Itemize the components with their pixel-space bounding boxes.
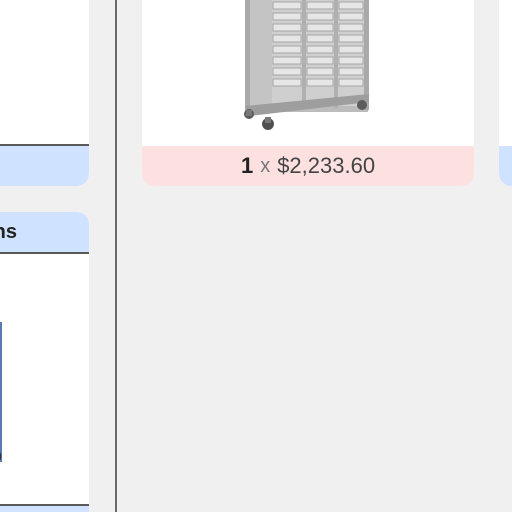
- right-card-footer: [499, 146, 512, 186]
- product-card[interactable]: 1 x $2,233.60: [142, 0, 474, 186]
- left-section-header: ns: [0, 212, 89, 254]
- storage-cart-with-trays-icon[interactable]: [142, 0, 474, 146]
- cart-page: ns 0: [0, 0, 512, 512]
- left-item-edge[interactable]: [0, 322, 2, 462]
- left-card-footer: [0, 144, 89, 186]
- left-product-card[interactable]: [0, 0, 89, 186]
- times-symbol: x: [260, 154, 271, 177]
- quantity-value: 1: [240, 153, 254, 178]
- left-section-footer: [0, 504, 89, 512]
- price-bar: 1 x $2,233.60: [142, 146, 474, 186]
- unit-price: $2,233.60: [277, 153, 376, 178]
- left-item-digit: 0: [0, 448, 2, 464]
- left-section-card: ns 0: [0, 212, 89, 512]
- left-column: ns 0: [0, 0, 90, 512]
- left-section-title: ns: [0, 221, 17, 243]
- right-product-card[interactable]: [499, 0, 512, 186]
- column-divider: [115, 0, 117, 512]
